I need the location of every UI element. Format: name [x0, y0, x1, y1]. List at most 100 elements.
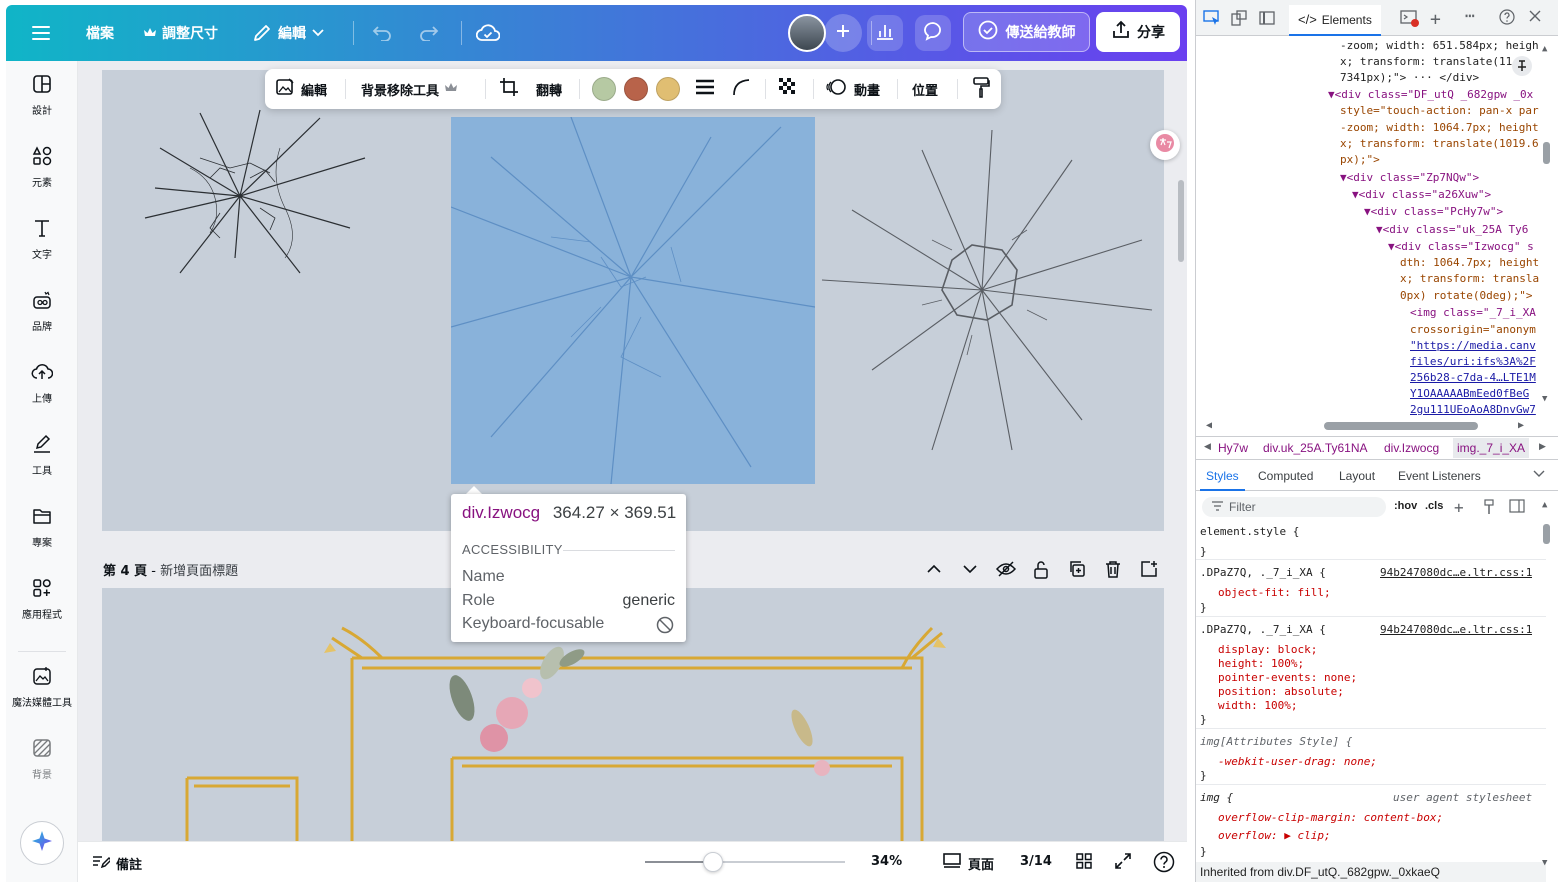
tab-elements[interactable]: </> Elements: [1289, 5, 1381, 36]
scroll-thumb[interactable]: [1543, 524, 1550, 544]
add-page-button[interactable]: [1140, 560, 1160, 580]
style-declaration[interactable]: overflow-clip-margin: content-box;: [1218, 810, 1443, 826]
grid-view-button[interactable]: [1075, 852, 1093, 874]
tab-computed[interactable]: Computed: [1258, 469, 1313, 483]
new-rule-icon[interactable]: +: [1454, 498, 1464, 517]
styles-filter-input[interactable]: Filter: [1202, 497, 1386, 517]
help-icon[interactable]: [1499, 9, 1515, 28]
menu-button[interactable]: [32, 5, 50, 61]
color-swatch-gold[interactable]: [656, 77, 680, 101]
dom-tree-scrollbar[interactable]: ▲ ▼: [1542, 44, 1550, 406]
style-declaration[interactable]: -webkit-user-drag: none;: [1218, 754, 1377, 770]
dom-line[interactable]: -zoom; width: 1064.7px; height: [1340, 120, 1539, 136]
style-declaration[interactable]: object-fit: fill;: [1218, 585, 1331, 601]
move-page-up-button[interactable]: [925, 560, 945, 580]
breadcrumb-right-icon[interactable]: ▶: [1539, 441, 1546, 452]
dock-side-icon[interactable]: [1259, 10, 1275, 29]
pin-icon[interactable]: [1512, 56, 1532, 76]
notes-button[interactable]: 備註: [92, 853, 142, 873]
style-rule-selector[interactable]: img[Attributes Style] {: [1200, 734, 1352, 750]
canvas-scrollbar[interactable]: [1178, 180, 1184, 262]
styles-scrollbar[interactable]: ▲ ▼: [1542, 500, 1550, 870]
crop-button[interactable]: [499, 69, 519, 109]
dom-line[interactable]: style="touch-action: pan-x par: [1340, 103, 1539, 119]
background-remover-button[interactable]: 背景移除工具: [361, 69, 458, 109]
hover-state-toggle[interactable]: :hov: [1394, 500, 1417, 512]
border-style-button[interactable]: [695, 69, 715, 109]
edit-image-button[interactable]: 編輯: [275, 69, 327, 109]
tab-layout[interactable]: Layout: [1339, 469, 1375, 483]
sidebar-item-elements[interactable]: 元素: [6, 136, 78, 198]
toggle-sidebar-icon[interactable]: [1509, 499, 1525, 516]
insights-button[interactable]: [867, 15, 903, 51]
scroll-thumb[interactable]: [1543, 142, 1550, 164]
dom-line[interactable]: crossorigin="anonym: [1410, 322, 1536, 338]
color-swatch-terracotta[interactable]: [624, 77, 648, 101]
sidebar-item-upload[interactable]: 上傳: [6, 352, 78, 414]
corner-rounding-button[interactable]: [731, 69, 751, 109]
sidebar-item-apps[interactable]: 應用程式: [6, 568, 78, 630]
add-collaborator-button[interactable]: [824, 14, 862, 52]
add-tab-icon[interactable]: +: [1430, 9, 1441, 30]
style-rule-source[interactable]: 94b247080dc…e.ltr.css:1: [1380, 565, 1532, 581]
breadcrumb-item[interactable]: div.Izwocg: [1384, 441, 1439, 455]
chevron-down-icon[interactable]: [1533, 468, 1545, 481]
undo-button[interactable]: [372, 5, 392, 61]
style-rule-selector[interactable]: .DPaZ7Q, ._7_i_XA {: [1200, 622, 1326, 638]
style-rule-source[interactable]: 94b247080dc…e.ltr.css:1: [1380, 622, 1532, 638]
style-rule-selector[interactable]: .DPaZ7Q, ._7_i_XA {: [1200, 565, 1326, 581]
color-swatch-green[interactable]: [592, 77, 616, 101]
dom-tree[interactable]: -zoom; width: 651.584px; heigh x; transf…: [1196, 36, 1546, 418]
sidebar-item-brand[interactable]: 品牌: [6, 280, 78, 342]
device-toolbar-icon[interactable]: [1231, 10, 1247, 29]
cracked-glass-graphic-right[interactable]: [812, 130, 1162, 460]
duplicate-page-button[interactable]: [1068, 560, 1088, 580]
dom-line[interactable]: <img class="_7_i_XA: [1410, 305, 1536, 321]
send-to-teacher-button[interactable]: 傳送給教師: [963, 12, 1090, 52]
share-button[interactable]: 分享: [1096, 12, 1180, 52]
sidebar-item-design[interactable]: 設計: [6, 64, 78, 126]
hide-page-button[interactable]: [995, 560, 1017, 580]
dom-line[interactable]: ▼<div class="uk_25A Ty6: [1376, 222, 1528, 238]
styles-pane[interactable]: element.style { } .DPaZ7Q, ._7_i_XA { 94…: [1196, 522, 1546, 882]
breadcrumb-item[interactable]: div.uk_25A.Ty61NA: [1263, 441, 1368, 455]
cracked-glass-graphic-left[interactable]: [140, 108, 370, 278]
pages-view-button[interactable]: 頁面: [942, 852, 994, 874]
inherited-from-label[interactable]: Inherited from div.DF_utQ._682gpw._0xkae…: [1196, 862, 1546, 882]
help-button[interactable]: [1153, 851, 1175, 877]
breadcrumb-item[interactable]: Hy7w: [1218, 441, 1248, 455]
dom-line[interactable]: 0px) rotate(0deg);">: [1400, 288, 1532, 304]
dom-line[interactable]: 7341px);"> ··· </div>: [1340, 70, 1479, 86]
sidebar-item-tools[interactable]: 工具: [6, 424, 78, 486]
dom-line[interactable]: ▼<div class="DF_utQ _682gpw _0x: [1328, 87, 1533, 103]
paint-bucket-icon[interactable]: [1483, 499, 1495, 518]
zoom-slider-handle[interactable]: [703, 852, 723, 872]
dom-line[interactable]: files/uri:ifs%3A%2F: [1410, 354, 1536, 370]
console-error-icon[interactable]: [1400, 10, 1420, 31]
dom-line[interactable]: ▼<div class="a26Xuw">: [1352, 187, 1491, 203]
dom-line[interactable]: ▼<div class="PcHy7w">: [1364, 204, 1503, 220]
translate-extension-button[interactable]: [1150, 130, 1180, 160]
resize-button[interactable]: 調整尺寸: [144, 5, 218, 61]
lock-page-button[interactable]: [1032, 560, 1052, 580]
selected-cracked-glass-image[interactable]: [450, 116, 816, 485]
sidebar-item-projects[interactable]: 專案: [6, 496, 78, 558]
dom-line[interactable]: Y1OAAAAABmEed0fBeG: [1410, 386, 1529, 402]
fullscreen-button[interactable]: [1114, 852, 1132, 874]
edit-mode-dropdown[interactable]: 編輯: [252, 5, 324, 61]
move-page-down-button[interactable]: [961, 560, 981, 580]
hscroll-thumb[interactable]: [1324, 422, 1478, 430]
dom-line[interactable]: -zoom; width: 651.584px; heigh: [1340, 38, 1539, 54]
close-icon[interactable]: [1528, 9, 1542, 26]
zoom-level[interactable]: 34%: [871, 854, 902, 869]
dom-line[interactable]: px);">: [1340, 152, 1380, 168]
dom-line[interactable]: x; transform: translate(11: [1340, 54, 1512, 70]
dom-line[interactable]: ▼<div class="Zp7NQw">: [1340, 170, 1479, 186]
cloud-save-status-button[interactable]: [476, 5, 500, 61]
style-rule-selector[interactable]: element.style {: [1200, 524, 1299, 540]
flip-button[interactable]: 翻轉: [536, 69, 562, 109]
sidebar-item-background[interactable]: 背景: [6, 728, 78, 790]
dom-line[interactable]: 2gu111UEoAoA8DnvGw7: [1410, 402, 1536, 418]
dom-line[interactable]: 256b28-c7da-4…LTE1M: [1410, 370, 1536, 386]
magic-assistant-button[interactable]: [20, 821, 64, 865]
